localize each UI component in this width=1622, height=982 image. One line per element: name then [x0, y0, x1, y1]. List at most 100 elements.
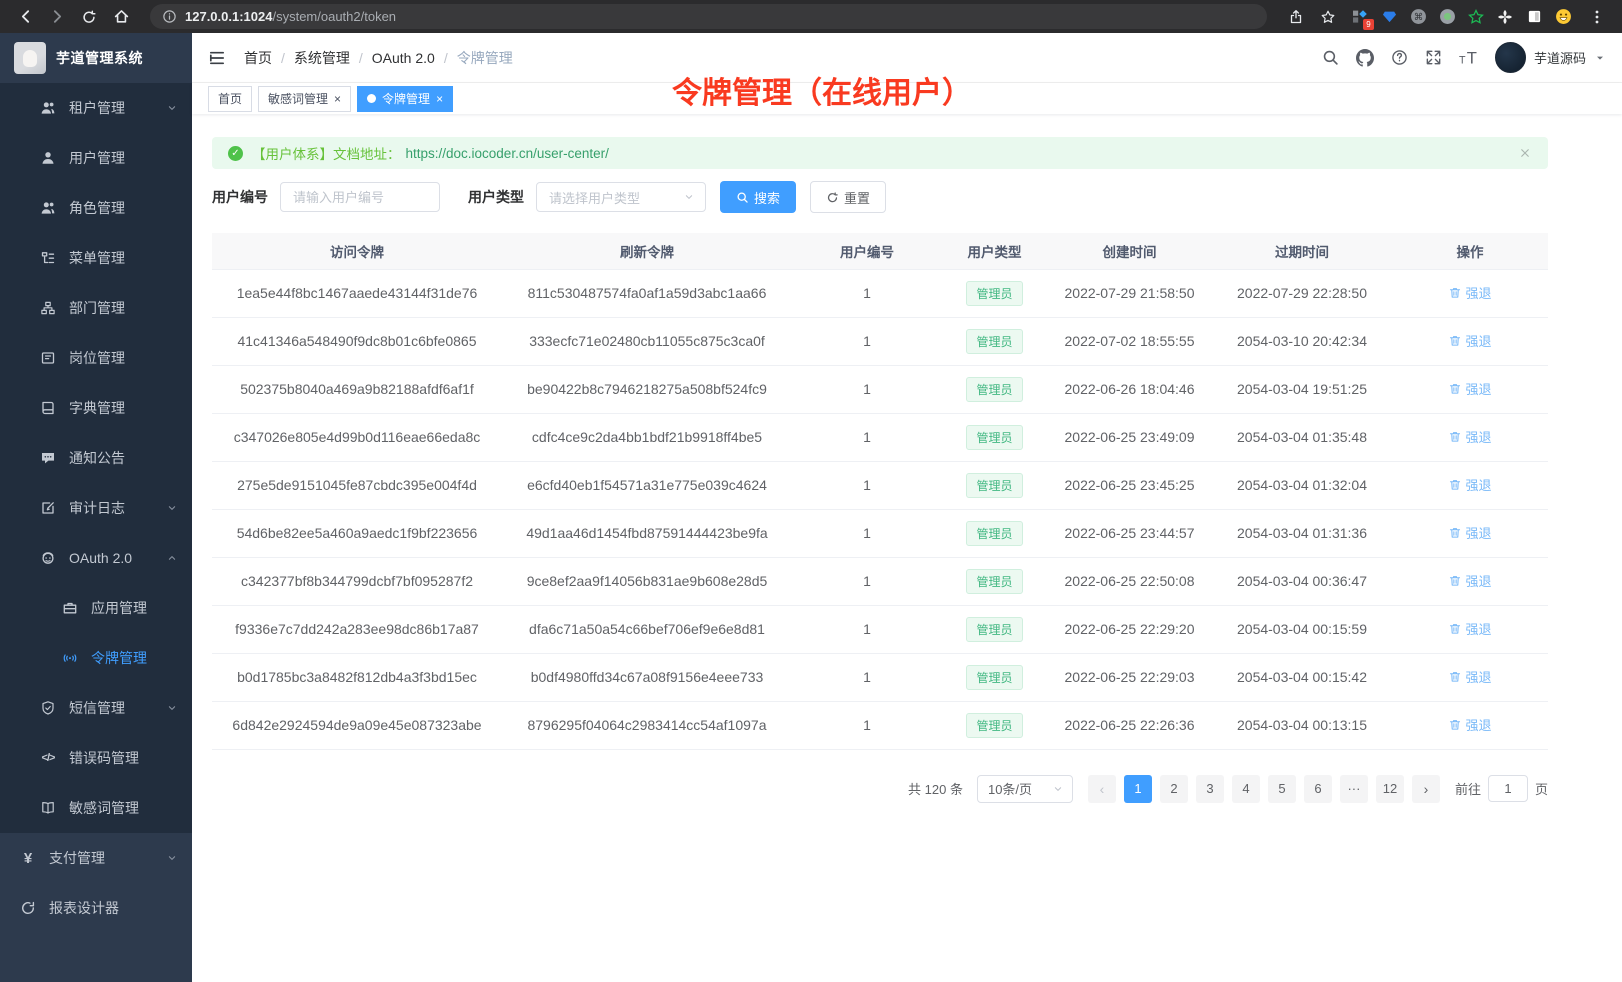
force-logout-button[interactable]: 强退 — [1448, 619, 1491, 638]
page-button-1[interactable]: 1 — [1124, 775, 1152, 803]
extension-command-circle-icon[interactable]: ⌘ — [1409, 8, 1427, 26]
browser-menu-icon[interactable] — [1584, 4, 1610, 30]
goto-page-input[interactable] — [1488, 775, 1528, 802]
sidebar-item-post[interactable]: 岗位管理 — [0, 333, 192, 383]
search-button[interactable]: 搜索 — [720, 181, 796, 213]
page-button-3[interactable]: 3 — [1196, 775, 1224, 803]
audit-icon — [40, 500, 56, 516]
force-logout-button[interactable]: 强退 — [1448, 475, 1491, 494]
access-token-cell: b0d1785bc3a8482f812db4a3f3bd15ec — [212, 653, 502, 701]
url-bar[interactable]: 127.0.0.1:1024/system/oauth2/token — [150, 4, 1267, 29]
chevron-down-icon — [166, 852, 178, 864]
user-type-tag: 管理员 — [966, 329, 1022, 354]
user-type-select[interactable]: 请选择用户类型 — [536, 182, 706, 212]
sidebar-item-dept[interactable]: 部门管理 — [0, 283, 192, 333]
user-id-cell: 1 — [792, 605, 942, 653]
column-header: 刷新令牌 — [502, 233, 792, 269]
forward-icon[interactable] — [44, 4, 70, 30]
tab-敏感词管理[interactable]: 敏感词管理× — [258, 86, 351, 112]
sidebar-item-user[interactable]: 用户管理 — [0, 133, 192, 183]
sidebar-item-label: 应用管理 — [91, 598, 178, 618]
force-logout-button[interactable]: 强退 — [1448, 667, 1491, 686]
sidebar-item-role[interactable]: 角色管理 — [0, 183, 192, 233]
page-button-2[interactable]: 2 — [1160, 775, 1188, 803]
force-logout-button[interactable]: 强退 — [1448, 283, 1491, 302]
alert-close-icon[interactable] — [1518, 146, 1532, 160]
sidebar-item-sensitive[interactable]: 敏感词管理 — [0, 783, 192, 833]
prev-page-button[interactable]: ‹ — [1088, 775, 1116, 803]
extension-blocks-icon[interactable]: 9 — [1351, 8, 1369, 26]
alert-doc-link[interactable]: https://doc.iocoder.cn/user-center/ — [406, 146, 609, 161]
force-logout-button[interactable]: 强退 — [1448, 715, 1491, 734]
page-button-12[interactable]: 12 — [1376, 775, 1404, 803]
pay-icon: ¥ — [20, 850, 36, 866]
sidebar-item-audit[interactable]: 审计日志 — [0, 483, 192, 533]
tab-close-icon[interactable]: × — [436, 93, 443, 105]
force-logout-button[interactable]: 强退 — [1448, 427, 1491, 446]
reload-icon[interactable] — [76, 4, 102, 30]
github-icon[interactable] — [1356, 49, 1374, 67]
sidebar-item-report[interactable]: 报表设计器 — [0, 883, 192, 933]
extension-emoji-icon[interactable] — [1554, 8, 1572, 26]
breadcrumb-item[interactable]: 首页 — [244, 48, 272, 68]
tab-首页[interactable]: 首页 — [208, 86, 252, 112]
goto-label: 前往 — [1455, 779, 1481, 798]
column-header: 操作 — [1392, 233, 1548, 269]
sidebar-item-label: 菜单管理 — [69, 248, 178, 268]
report-icon — [20, 900, 36, 916]
svg-text:⌘: ⌘ — [1413, 12, 1423, 23]
search-icon[interactable] — [1322, 49, 1339, 66]
sidebar-fold-icon[interactable] — [206, 47, 228, 69]
sidebar-item-dict[interactable]: 字典管理 — [0, 383, 192, 433]
sidebar-item-sms[interactable]: 短信管理 — [0, 683, 192, 733]
reset-button[interactable]: 重置 — [810, 181, 886, 213]
table-row: 1ea5e44f8bc1467aaede43144f31de76811c5304… — [212, 269, 1548, 317]
user-id-input[interactable] — [280, 182, 440, 212]
site-info-icon[interactable] — [162, 9, 177, 24]
tab-close-icon[interactable]: × — [334, 93, 341, 105]
sidebar-item-errcode[interactable]: </>错误码管理 — [0, 733, 192, 783]
back-icon[interactable] — [12, 4, 38, 30]
oauth2-app-icon — [62, 600, 78, 616]
sidebar-item-notice[interactable]: 通知公告 — [0, 433, 192, 483]
access-token-cell: 275e5de9151045fe87cbdc395e004f4d — [212, 461, 502, 509]
page-button-4[interactable]: 4 — [1232, 775, 1260, 803]
sidebar-item-tenant[interactable]: 租户管理 — [0, 83, 192, 133]
sidebar-item-oauth2-token[interactable]: 令牌管理 — [0, 633, 192, 683]
breadcrumb-item[interactable]: OAuth 2.0 — [372, 50, 435, 66]
next-page-button[interactable]: › — [1412, 775, 1440, 803]
page-ellipsis[interactable]: ··· — [1340, 775, 1368, 803]
force-logout-button[interactable]: 强退 — [1448, 571, 1491, 590]
sidebar-item-label: OAuth 2.0 — [69, 550, 153, 566]
logo-row[interactable]: 芋道管理系统 — [0, 33, 192, 83]
page-button-6[interactable]: 6 — [1304, 775, 1332, 803]
breadcrumb-item[interactable]: 系统管理 — [294, 48, 350, 68]
page-button-5[interactable]: 5 — [1268, 775, 1296, 803]
user-id-cell: 1 — [792, 653, 942, 701]
extension-dot-circle-icon[interactable] — [1438, 8, 1456, 26]
bookmark-star-icon[interactable] — [1315, 4, 1341, 30]
extension-green-star-icon[interactable] — [1467, 8, 1485, 26]
column-header: 过期时间 — [1212, 233, 1392, 269]
help-icon[interactable] — [1391, 49, 1408, 66]
user-menu[interactable]: 芋道源码 — [1495, 42, 1606, 73]
expire-time-cell: 2054-03-04 00:15:42 — [1212, 653, 1392, 701]
breadcrumb: 首页/系统管理/OAuth 2.0/令牌管理 — [244, 48, 513, 68]
extension-gem-icon[interactable] — [1380, 8, 1398, 26]
extension-reader-square-icon[interactable] — [1525, 8, 1543, 26]
sidebar-item-pay[interactable]: ¥支付管理 — [0, 833, 192, 883]
filter-row: 用户编号 用户类型 请选择用户类型 搜索 重置 — [212, 181, 1548, 213]
fullscreen-icon[interactable] — [1425, 49, 1442, 66]
force-logout-button[interactable]: 强退 — [1448, 523, 1491, 542]
tab-令牌管理[interactable]: 令牌管理× — [357, 86, 453, 112]
force-logout-button[interactable]: 强退 — [1448, 379, 1491, 398]
extension-pinwheel-icon[interactable] — [1496, 8, 1514, 26]
home-icon[interactable] — [108, 4, 134, 30]
force-logout-button[interactable]: 强退 — [1448, 331, 1491, 350]
share-icon[interactable] — [1283, 4, 1309, 30]
sidebar-item-oauth2-app[interactable]: 应用管理 — [0, 583, 192, 633]
font-size-icon[interactable]: TT — [1459, 48, 1478, 67]
sidebar-item-menu[interactable]: 菜单管理 — [0, 233, 192, 283]
page-size-select[interactable]: 10条/页 — [977, 775, 1073, 803]
sidebar-item-oauth2[interactable]: OAuth 2.0 — [0, 533, 192, 583]
